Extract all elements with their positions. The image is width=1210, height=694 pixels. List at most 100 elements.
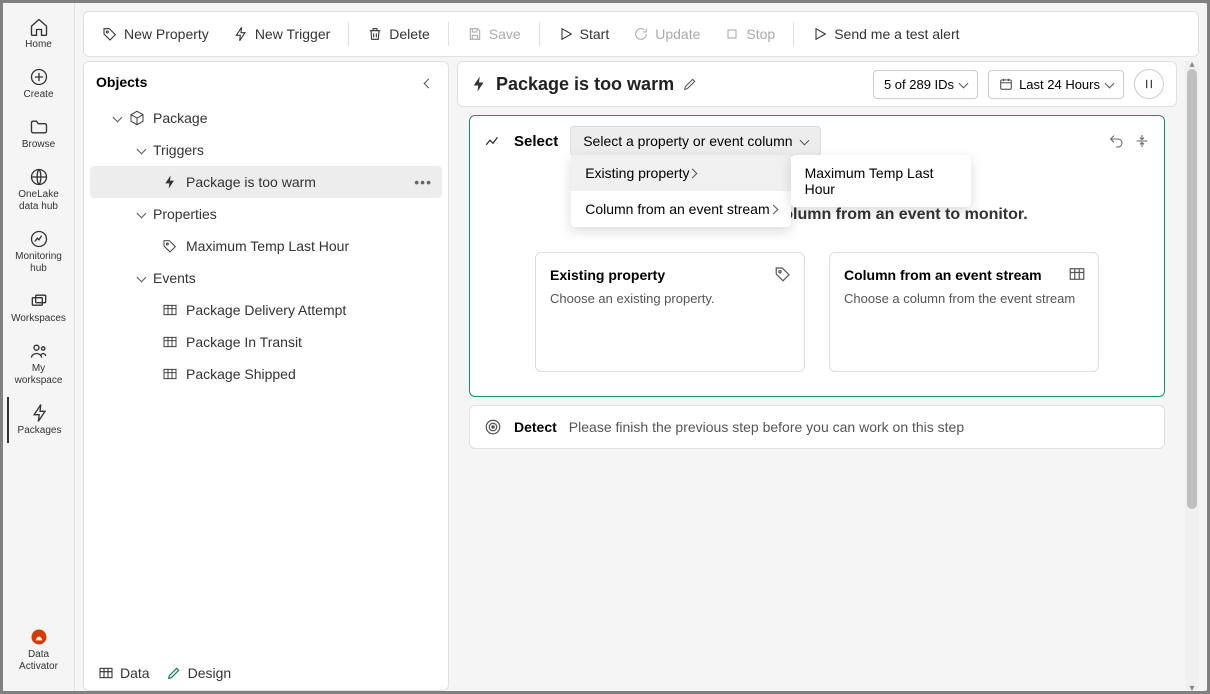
scrollbar[interactable]: ▴ ▾ bbox=[1185, 61, 1199, 691]
chevron-down-icon bbox=[138, 270, 145, 286]
tab-design[interactable]: Design bbox=[166, 665, 232, 681]
undo-icon[interactable] bbox=[1108, 133, 1124, 149]
rail-label: OneLake data hub bbox=[9, 189, 69, 213]
tree-triggers[interactable]: Triggers bbox=[90, 134, 442, 166]
menu-label: Existing property bbox=[585, 165, 689, 181]
separator bbox=[448, 22, 449, 46]
rail-label: Create bbox=[23, 89, 53, 101]
toolbar: New Property New Trigger Delete Save Sta… bbox=[83, 11, 1199, 57]
monitor-icon bbox=[29, 229, 49, 249]
tag-icon bbox=[162, 238, 178, 254]
bolt-icon bbox=[233, 26, 249, 42]
person-icon bbox=[29, 341, 49, 361]
tree-event-shipped[interactable]: Package Shipped bbox=[90, 358, 442, 390]
tab-data[interactable]: Data bbox=[98, 665, 150, 681]
btn-label: New Trigger bbox=[255, 26, 330, 42]
step-header: Select Select a property or event column… bbox=[470, 116, 1164, 166]
title-text: Package is too warm bbox=[496, 74, 674, 95]
tree-property-max-temp[interactable]: Maximum Temp Last Hour bbox=[90, 230, 442, 262]
scroll-thumb[interactable] bbox=[1187, 69, 1197, 509]
card-existing-property[interactable]: Existing property Choose an existing pro… bbox=[535, 252, 805, 372]
rail-label: Browse bbox=[22, 139, 55, 151]
card-column-from-stream[interactable]: Column from an event stream Choose a col… bbox=[829, 252, 1099, 372]
new-property-button[interactable]: New Property bbox=[92, 20, 219, 48]
menu-existing-property[interactable]: Existing property Maximum Temp Last Hour bbox=[571, 155, 790, 191]
tree-trigger-package-too-warm[interactable]: Package is too warm ••• bbox=[90, 166, 442, 198]
chevron-down-icon bbox=[960, 77, 967, 92]
rail-browse[interactable]: Browse bbox=[7, 111, 71, 157]
rail-data-activator[interactable]: Data Activator bbox=[7, 621, 71, 679]
stop-icon bbox=[724, 26, 740, 42]
start-button[interactable]: Start bbox=[548, 20, 620, 48]
rail-label: Workspaces bbox=[11, 313, 66, 325]
tree-package[interactable]: Package bbox=[90, 102, 442, 134]
tab-label: Design bbox=[188, 665, 232, 681]
rail-create[interactable]: Create bbox=[7, 61, 71, 107]
data-activator-icon bbox=[29, 627, 49, 647]
bottom-tabs: Data Design bbox=[84, 656, 448, 690]
tag-icon bbox=[774, 265, 792, 283]
chevron-down-icon bbox=[114, 110, 121, 126]
btn-label: New Property bbox=[124, 26, 209, 42]
tree-properties[interactable]: Properties bbox=[90, 198, 442, 230]
tree-label: Properties bbox=[153, 206, 217, 222]
scroll-down-icon[interactable]: ▾ bbox=[1187, 683, 1197, 693]
tree-label: Package Delivery Attempt bbox=[186, 302, 346, 318]
ids-selector[interactable]: 5 of 289 IDs bbox=[873, 70, 978, 99]
dropdown-label: Select a property or event column bbox=[583, 133, 792, 149]
new-trigger-button[interactable]: New Trigger bbox=[223, 20, 340, 48]
rail-label: Monitoring hub bbox=[9, 251, 69, 275]
select-property-dropdown[interactable]: Select a property or event column Existi… bbox=[570, 126, 820, 156]
separator bbox=[539, 22, 540, 46]
target-icon bbox=[484, 418, 502, 436]
edit-icon[interactable] bbox=[682, 76, 698, 92]
btn-label: Start bbox=[580, 26, 610, 42]
pill-label: Last 24 Hours bbox=[1019, 77, 1100, 92]
rail-label: Data Activator bbox=[9, 649, 69, 673]
detect-message: Please finish the previous step before y… bbox=[569, 419, 964, 435]
tree-event-delivery-attempt[interactable]: Package Delivery Attempt bbox=[90, 294, 442, 326]
tree-label: Triggers bbox=[153, 142, 204, 158]
rail-monitoring[interactable]: Monitoring hub bbox=[7, 223, 71, 281]
workspaces-icon bbox=[29, 291, 49, 311]
step-actions bbox=[1108, 133, 1150, 149]
content-area: Objects Package Triggers Pac bbox=[75, 61, 1207, 691]
main-area: New Property New Trigger Delete Save Sta… bbox=[75, 3, 1207, 691]
tree-event-in-transit[interactable]: Package In Transit bbox=[90, 326, 442, 358]
update-button: Update bbox=[623, 20, 710, 48]
cube-icon bbox=[129, 110, 145, 126]
scroll-up-icon[interactable]: ▴ bbox=[1187, 59, 1197, 69]
tree-events[interactable]: Events bbox=[90, 262, 442, 294]
chevron-down-icon bbox=[138, 142, 145, 158]
rail-label: My workspace bbox=[9, 363, 69, 387]
chevron-down-icon bbox=[1106, 77, 1113, 92]
delete-button[interactable]: Delete bbox=[357, 20, 439, 48]
submenu-max-temp[interactable]: Maximum Temp Last Hour bbox=[791, 155, 971, 207]
table-icon bbox=[162, 366, 178, 382]
time-range-selector[interactable]: Last 24 Hours bbox=[988, 70, 1124, 99]
rail-onelake[interactable]: OneLake data hub bbox=[7, 161, 71, 219]
more-icon[interactable]: ••• bbox=[414, 174, 432, 190]
btn-label: Send me a test alert bbox=[834, 26, 959, 42]
rail-my-workspace[interactable]: My workspace bbox=[7, 335, 71, 393]
rail-packages[interactable]: Packages bbox=[7, 397, 71, 443]
select-step-card: Select Select a property or event column… bbox=[469, 115, 1165, 397]
objects-panel: Objects Package Triggers Pac bbox=[83, 61, 449, 691]
send-test-alert-button[interactable]: Send me a test alert bbox=[802, 20, 969, 48]
pencil-icon bbox=[166, 665, 182, 681]
rail-home[interactable]: Home bbox=[7, 11, 71, 57]
collapse-panel-icon[interactable] bbox=[425, 74, 432, 90]
btn-label: Delete bbox=[389, 26, 429, 42]
submenu: Maximum Temp Last Hour bbox=[791, 155, 971, 207]
save-icon bbox=[467, 26, 483, 42]
menu-column-from-stream[interactable]: Column from an event stream bbox=[571, 191, 790, 227]
save-button: Save bbox=[457, 20, 531, 48]
card-desc: Choose a column from the event stream bbox=[844, 291, 1084, 306]
app-root: Home Create Browse OneLake data hub Moni… bbox=[3, 3, 1207, 691]
collapse-icon[interactable] bbox=[1134, 133, 1150, 149]
pause-button[interactable] bbox=[1134, 69, 1164, 99]
editor-header: Package is too warm 5 of 289 IDs Last 24… bbox=[457, 61, 1177, 107]
objects-title: Objects bbox=[96, 74, 147, 90]
rail-workspaces[interactable]: Workspaces bbox=[7, 285, 71, 331]
play-outline-icon bbox=[812, 26, 828, 42]
